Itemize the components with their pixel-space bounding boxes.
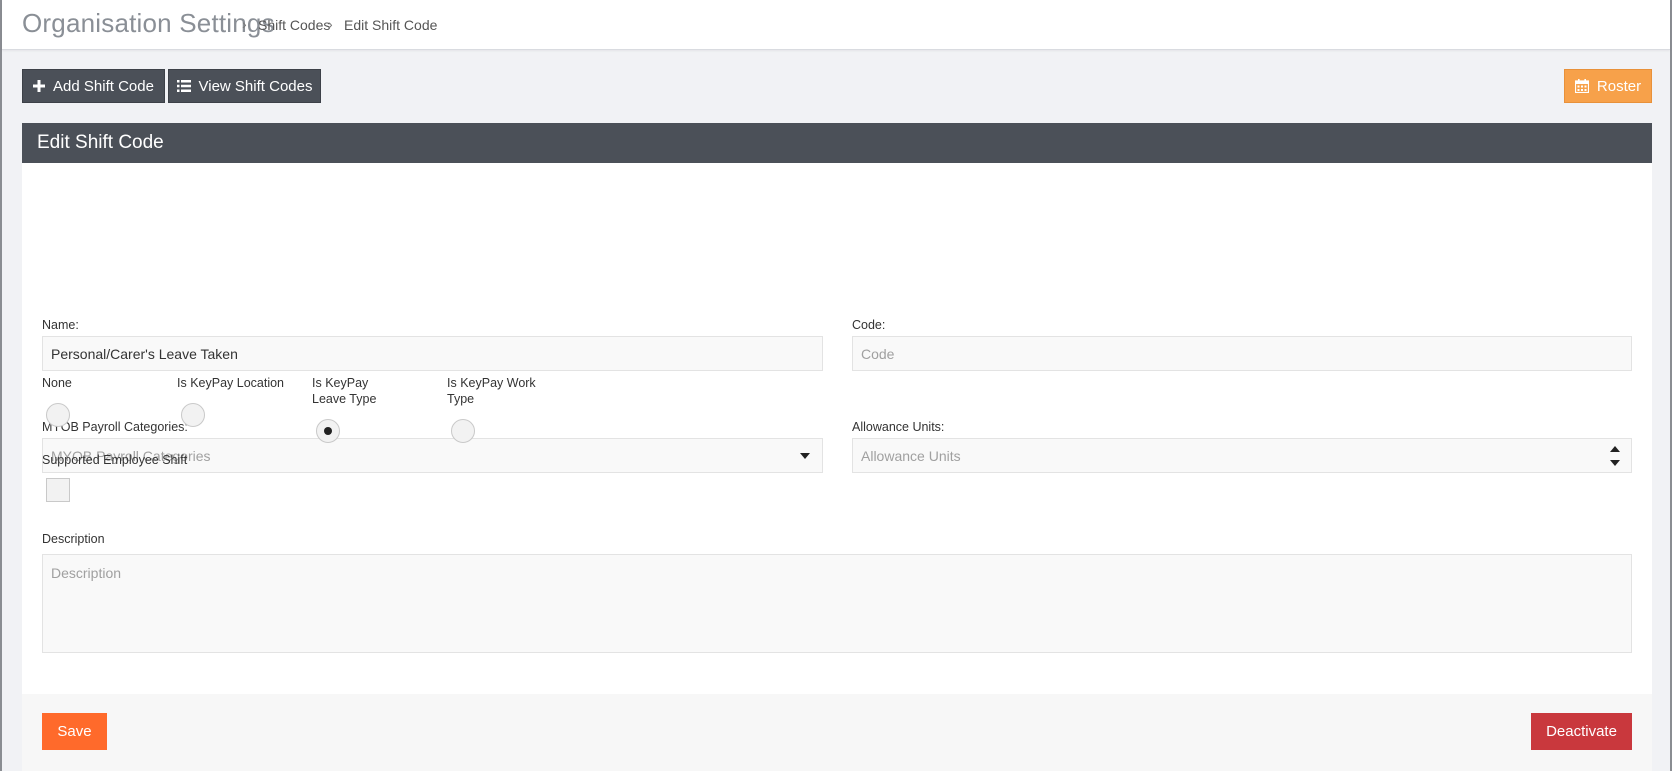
roster-button[interactable]: Roster <box>1564 69 1652 103</box>
breadcrumb-edit-shift-code: Edit Shift Code <box>344 17 438 33</box>
roster-label: Roster <box>1596 77 1642 95</box>
allowance-units-placeholder: Allowance Units <box>861 447 961 464</box>
add-shift-code-button[interactable]: Add Shift Code <box>22 69 165 103</box>
radio-label-keypay-leave-type: Is KeyPay Leave Type <box>312 376 377 406</box>
radio-option-none: None <box>42 375 172 391</box>
breadcrumb-shift-codes[interactable]: Shift Codes <box>258 17 330 33</box>
breadcrumb-separator: › <box>242 16 247 32</box>
radio-keypay-work-type[interactable] <box>451 419 475 443</box>
page-title: Organisation Settings <box>22 8 275 38</box>
radio-none[interactable] <box>46 403 70 427</box>
description-label: Description <box>42 532 105 546</box>
radio-keypay-leave-type[interactable] <box>316 419 340 443</box>
edit-shift-code-panel: Edit Shift Code Name: Code: MYOB Payroll… <box>22 123 1652 771</box>
radio-label-keypay-work-type: Is KeyPay Work Type <box>447 376 536 406</box>
code-label: Code: <box>852 318 886 332</box>
radio-keypay-location[interactable] <box>181 403 205 427</box>
radio-option-keypay-leave-type: Is KeyPay Leave Type <box>312 375 412 407</box>
view-shift-codes-label: View Shift Codes <box>198 77 313 95</box>
supported-employee-shift-checkbox[interactable] <box>46 478 70 502</box>
deactivate-button[interactable]: Deactivate <box>1531 713 1632 750</box>
save-button[interactable]: Save <box>42 713 107 750</box>
view-shift-codes-button[interactable]: View Shift Codes <box>168 69 321 103</box>
spinner-down-icon[interactable] <box>1610 460 1620 466</box>
deactivate-label: Deactivate <box>1546 723 1617 740</box>
code-input[interactable] <box>852 336 1632 371</box>
radio-option-keypay-work-type: Is KeyPay Work Type <box>447 375 547 407</box>
spinner-up-icon[interactable] <box>1610 446 1620 452</box>
radio-option-keypay-location: Is KeyPay Location <box>177 375 307 391</box>
list-icon <box>176 80 191 92</box>
breadcrumb-separator: › <box>328 16 333 32</box>
page-header: Organisation Settings › Shift Codes › Ed… <box>2 0 1670 50</box>
panel-header: Edit Shift Code <box>22 123 1652 163</box>
allowance-units-label: Allowance Units: <box>852 420 945 434</box>
description-textarea[interactable] <box>42 554 1632 653</box>
panel-footer <box>22 694 1652 771</box>
allowance-units-input[interactable]: Allowance Units <box>852 438 1632 473</box>
name-label: Name: <box>42 318 79 332</box>
radio-selected-dot <box>324 427 332 435</box>
name-input[interactable] <box>42 336 823 371</box>
supported-employee-shift-label: Supported Employee Shift <box>42 453 188 467</box>
add-shift-code-label: Add Shift Code <box>53 77 154 95</box>
chevron-down-icon <box>800 453 810 459</box>
plus-icon <box>33 80 46 92</box>
panel-title: Edit Shift Code <box>37 132 164 153</box>
save-label: Save <box>57 723 92 740</box>
radio-label-keypay-location: Is KeyPay Location <box>177 376 285 390</box>
window-left-border <box>0 0 2 771</box>
calendar-icon <box>1574 79 1589 93</box>
radio-label-none: None <box>42 376 72 390</box>
